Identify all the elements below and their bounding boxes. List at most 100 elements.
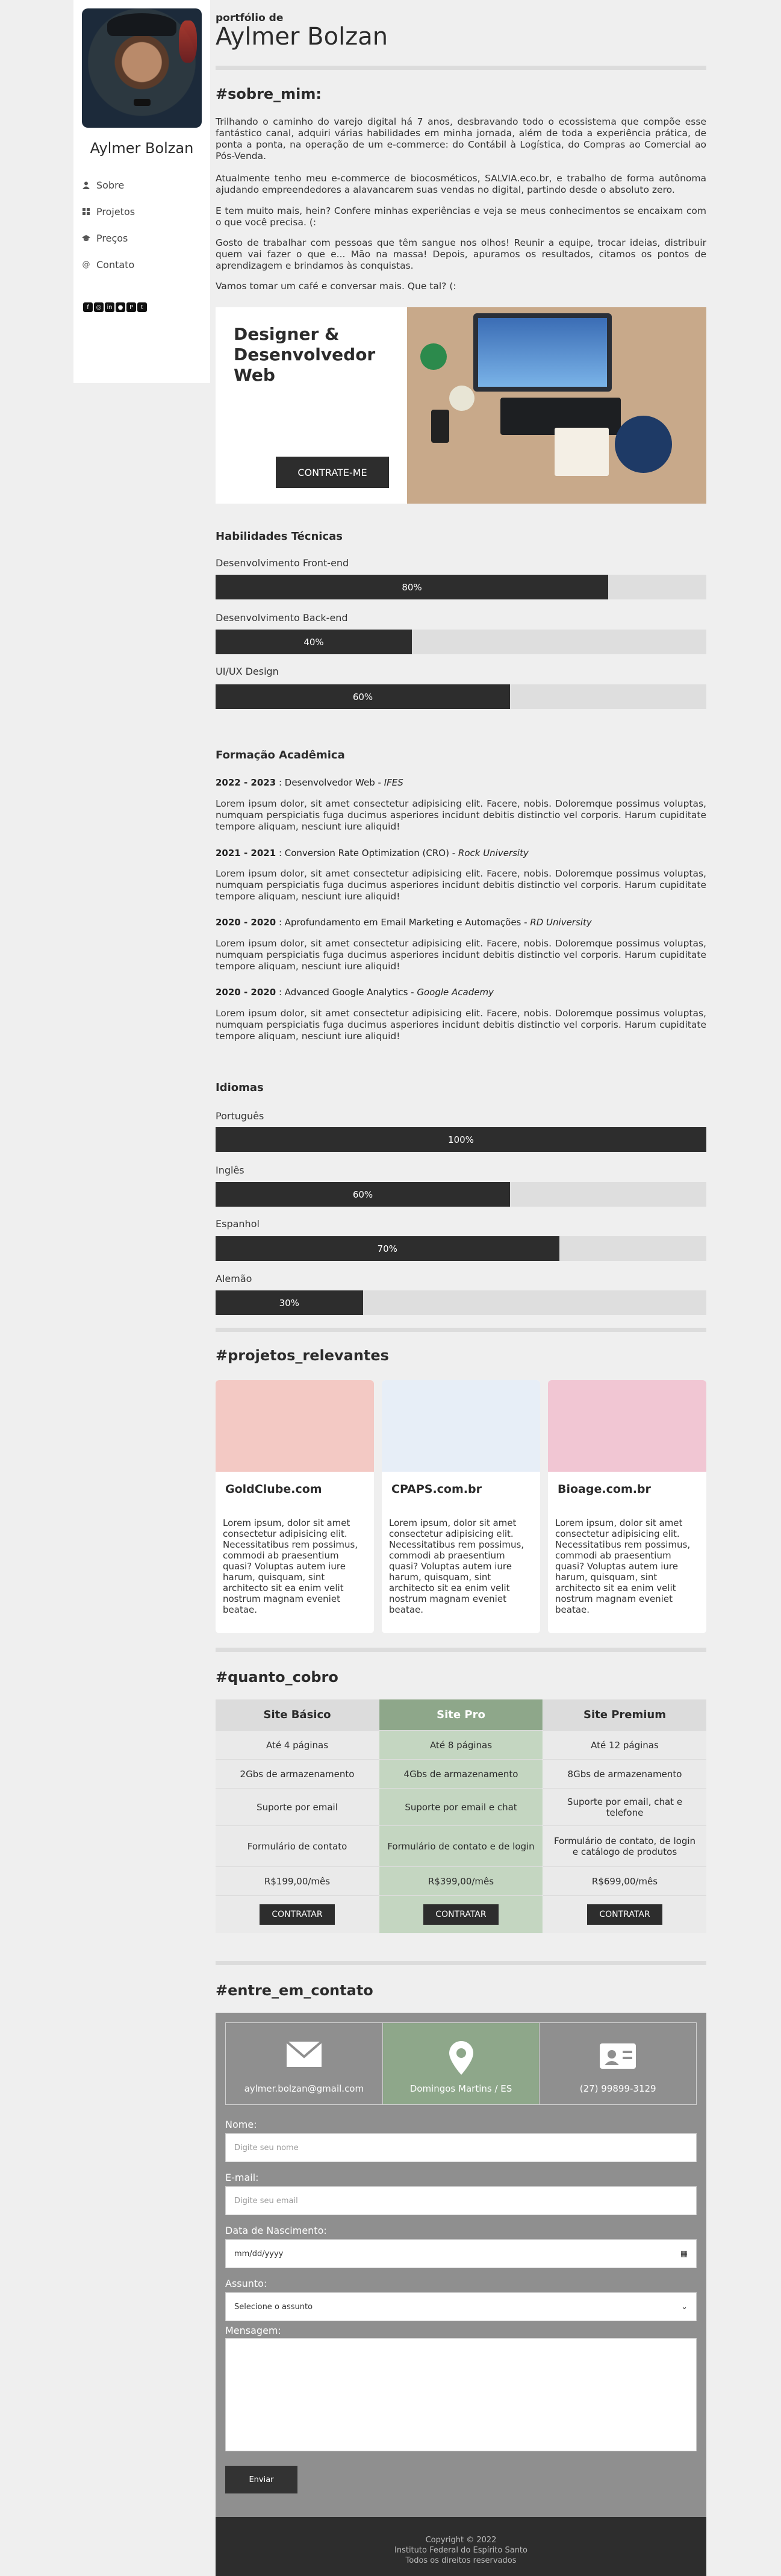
plan-name: Site Pro bbox=[379, 1699, 543, 1731]
project-description: Lorem ipsum, dolor sit amet consectetur … bbox=[223, 1518, 358, 1615]
github-icon[interactable]: ● bbox=[116, 302, 125, 312]
education-description: Lorem ipsum dolor, sit amet consectetur … bbox=[216, 798, 706, 832]
language-bar-fill: 60% bbox=[216, 1182, 510, 1207]
user-icon bbox=[82, 181, 90, 189]
hero-title: Designer & Desenvolvedor Web bbox=[234, 324, 376, 385]
project-name: CPAPS.com.br bbox=[391, 1483, 482, 1496]
education-entry: 2020 - 2020 : Aprofundamento em Email Ma… bbox=[216, 917, 592, 928]
footer-institution: Instituto Federal do Espírito Santo bbox=[394, 2546, 527, 2555]
divider bbox=[216, 1648, 706, 1652]
contract-button[interactable]: CONTRATAR bbox=[423, 1904, 499, 1925]
skill-label: UI/UX Design bbox=[216, 666, 279, 677]
skill-bar-fill: 40% bbox=[216, 630, 412, 654]
plan-column: Site Básico Até 4 páginas 2Gbs de armaze… bbox=[216, 1699, 379, 1933]
sidebar-item-label: Preços bbox=[96, 232, 128, 244]
footer: Copyright © 2022 Instituto Federal do Es… bbox=[216, 2517, 706, 2576]
linkedin-icon[interactable]: in bbox=[105, 302, 114, 312]
contact-card-phone[interactable]: (27) 99899-3129 bbox=[540, 2023, 696, 2104]
plan-support: Suporte por email bbox=[216, 1789, 379, 1826]
plan-pages: Até 8 páginas bbox=[379, 1731, 543, 1760]
instagram-icon[interactable]: ◎ bbox=[94, 302, 104, 312]
social-links: f ◎ in ● P t bbox=[83, 302, 147, 312]
contact-card-location[interactable]: Domingos Martins / ES bbox=[382, 2023, 540, 2104]
education-entry: 2021 - 2021 : Conversion Rate Optimizati… bbox=[216, 848, 529, 858]
contract-button[interactable]: CONTRATAR bbox=[587, 1904, 662, 1925]
grid-icon bbox=[82, 207, 90, 216]
divider bbox=[216, 66, 706, 70]
project-card[interactable]: Bioage.com.br Lorem ipsum, dolor sit ame… bbox=[548, 1380, 706, 1633]
sidebar-item-precos[interactable]: Preços bbox=[82, 225, 135, 251]
contact-card-icon bbox=[540, 2041, 696, 2075]
project-thumbnail bbox=[216, 1380, 374, 1472]
contract-button[interactable]: CONTRATAR bbox=[260, 1904, 335, 1925]
skills-heading: Habilidades Técnicas bbox=[216, 530, 343, 543]
sidebar-name: Aylmer Bolzan bbox=[90, 140, 194, 157]
sidebar-item-contato[interactable]: @ Contato bbox=[82, 251, 135, 278]
divider bbox=[216, 1961, 706, 1965]
hero-banner: Designer & Desenvolvedor Web CONTRATE-ME bbox=[216, 307, 706, 504]
plan-support: Suporte por email e chat bbox=[379, 1789, 543, 1826]
skill-bar-fill: 80% bbox=[216, 575, 608, 599]
hero-desk-image bbox=[407, 307, 706, 504]
skill-label: Desenvolvimento Back-end bbox=[216, 612, 348, 624]
education-entry: 2022 - 2023 : Desenvolvedor Web - IFES bbox=[216, 777, 403, 788]
about-paragraph: Trilhando o caminho do varejo digital há… bbox=[216, 116, 706, 161]
project-description: Lorem ipsum, dolor sit amet consectetur … bbox=[555, 1518, 691, 1615]
about-paragraph: Atualmente tenho meu e-commerce de bioco… bbox=[216, 173, 706, 195]
pricing-heading: #quanto_cobro bbox=[216, 1669, 338, 1686]
language-bar: 60% bbox=[216, 1182, 706, 1207]
project-thumbnail bbox=[382, 1380, 540, 1472]
about-paragraph: E tem muito mais, hein? Confere minhas e… bbox=[216, 205, 706, 228]
plan-price: R$699,00/mês bbox=[543, 1867, 706, 1896]
about-paragraph: Vamos tomar um café e conversar mais. Qu… bbox=[216, 281, 456, 292]
about-paragraph: Gosto de trabalhar com pessoas que têm s… bbox=[216, 237, 706, 271]
plan-storage: 4Gbs de armazenamento bbox=[379, 1760, 543, 1789]
skill-bar: 40% bbox=[216, 630, 706, 654]
project-name: Bioage.com.br bbox=[558, 1483, 651, 1496]
calendar-icon[interactable]: ▦ bbox=[680, 2249, 688, 2259]
project-description: Lorem ipsum, dolor sit amet consectetur … bbox=[389, 1518, 524, 1615]
location-pin-icon bbox=[383, 2041, 540, 2081]
footer-copyright: Copyright © 2022 bbox=[425, 2536, 497, 2545]
facebook-icon[interactable]: f bbox=[83, 302, 93, 312]
language-label: Espanhol bbox=[216, 1218, 260, 1230]
project-card[interactable]: GoldClube.com Lorem ipsum, dolor sit ame… bbox=[216, 1380, 374, 1633]
sidebar-item-sobre[interactable]: Sobre bbox=[82, 172, 135, 198]
contact-card-email[interactable]: aylmer.bolzan@gmail.com bbox=[226, 2023, 383, 2104]
education-description: Lorem ipsum dolor, sit amet consectetur … bbox=[216, 1008, 706, 1042]
sidebar-nav: Sobre Projetos Preços @ Contato bbox=[82, 172, 135, 278]
projects-heading: #projetos_relevantes bbox=[216, 1347, 389, 1364]
sidebar-item-label: Contato bbox=[96, 258, 135, 270]
hire-me-button[interactable]: CONTRATE-ME bbox=[276, 457, 389, 488]
plan-name: Site Básico bbox=[216, 1699, 379, 1731]
plan-form: Formulário de contato, de login e catálo… bbox=[543, 1826, 706, 1867]
project-thumbnail bbox=[548, 1380, 706, 1472]
graduation-cap-icon bbox=[82, 234, 90, 242]
email-input[interactable]: Digite seu email bbox=[225, 2186, 697, 2215]
plan-name: Site Premium bbox=[543, 1699, 706, 1731]
chevron-down-icon: ⌄ bbox=[681, 2302, 688, 2312]
project-card[interactable]: CPAPS.com.br Lorem ipsum, dolor sit amet… bbox=[382, 1380, 540, 1633]
contact-email-text: aylmer.bolzan@gmail.com bbox=[244, 2083, 364, 2094]
plan-form: Formulário de contato e de login bbox=[379, 1826, 543, 1867]
subject-select[interactable]: Selecione o assunto ⌄ bbox=[225, 2292, 697, 2321]
plan-price: R$199,00/mês bbox=[216, 1867, 379, 1896]
contact-heading: #entre_em_contato bbox=[216, 1982, 373, 1999]
sidebar-item-projetos[interactable]: Projetos bbox=[82, 198, 135, 225]
contact-location-text: Domingos Martins / ES bbox=[409, 2083, 512, 2094]
skill-bar: 80% bbox=[216, 575, 706, 599]
skill-bar-fill: 60% bbox=[216, 684, 510, 709]
education-entry: 2020 - 2020 : Advanced Google Analytics … bbox=[216, 987, 494, 998]
name-input[interactable]: Digite seu nome bbox=[225, 2133, 697, 2162]
plan-price: R$399,00/mês bbox=[379, 1867, 543, 1896]
subject-label: Assunto: bbox=[225, 2278, 267, 2289]
birthdate-input[interactable]: mm/dd/yyyy ▦ bbox=[225, 2239, 697, 2268]
pinterest-icon[interactable]: P bbox=[126, 302, 136, 312]
twitter-icon[interactable]: t bbox=[137, 302, 147, 312]
language-bar-fill: 100% bbox=[216, 1127, 706, 1152]
header-eyebrow: portfólio de bbox=[216, 12, 284, 24]
contact-phone-text: (27) 99899-3129 bbox=[579, 2083, 656, 2094]
message-textarea[interactable] bbox=[225, 2338, 697, 2451]
education-description: Lorem ipsum dolor, sit amet consectetur … bbox=[216, 868, 706, 902]
send-button[interactable]: Enviar bbox=[225, 2466, 297, 2493]
